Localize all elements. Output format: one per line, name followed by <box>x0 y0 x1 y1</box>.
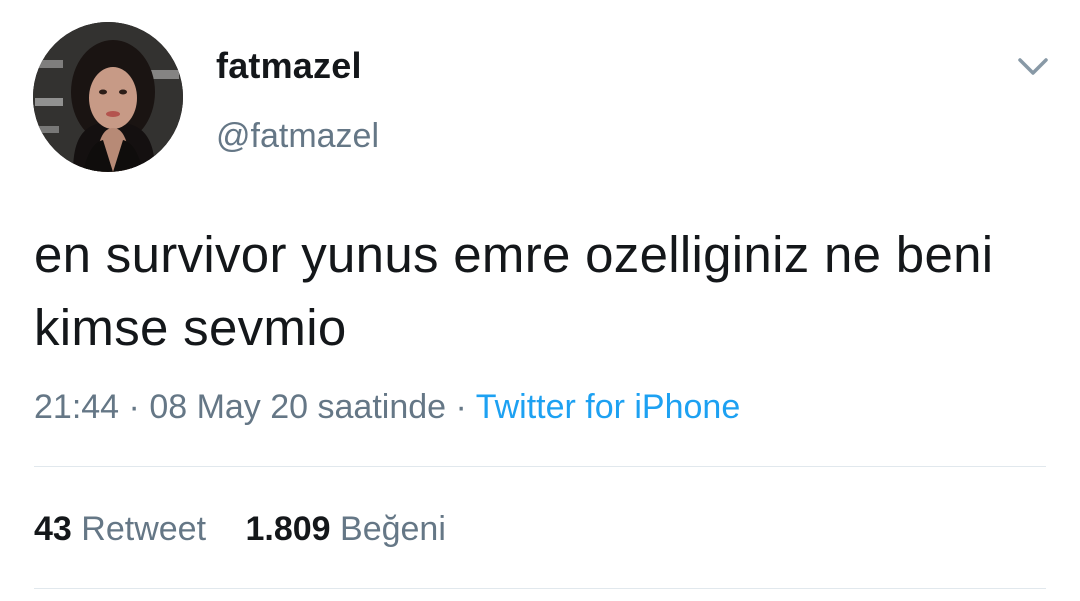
tweet-stats: 43 Retweet 1.809 Beğeni <box>34 506 476 552</box>
meta-separator: · <box>119 388 150 426</box>
like-count: 1.809 <box>245 510 331 548</box>
chevron-down-icon[interactable] <box>1012 50 1054 82</box>
user-handle[interactable]: @fatmazel <box>216 115 379 157</box>
tweet-source-link[interactable]: Twitter for iPhone <box>476 388 741 426</box>
tweet-date[interactable]: 08 May 20 saatinde <box>149 388 446 426</box>
like-stat[interactable]: 1.809 Beğeni <box>245 506 445 552</box>
display-name[interactable]: fatmazel <box>216 44 362 88</box>
avatar-image <box>33 22 183 172</box>
tweet-text: en survivor yunus emre ozelliginiz ne be… <box>34 226 994 356</box>
tweet-time[interactable]: 21:44 <box>34 388 119 426</box>
tweet-meta: 21:44 · 08 May 20 saatinde · Twitter for… <box>34 384 740 430</box>
divider <box>34 588 1046 589</box>
retweet-stat[interactable]: 43 Retweet <box>34 506 206 552</box>
like-label: Beğeni <box>340 510 446 548</box>
tweet-card: fatmazel @fatmazel en survivor yunus emr… <box>0 0 1080 601</box>
avatar[interactable] <box>33 22 183 172</box>
retweet-count: 43 <box>34 510 72 548</box>
divider <box>34 466 1046 467</box>
retweet-label: Retweet <box>81 510 207 548</box>
meta-separator: · <box>446 388 476 426</box>
